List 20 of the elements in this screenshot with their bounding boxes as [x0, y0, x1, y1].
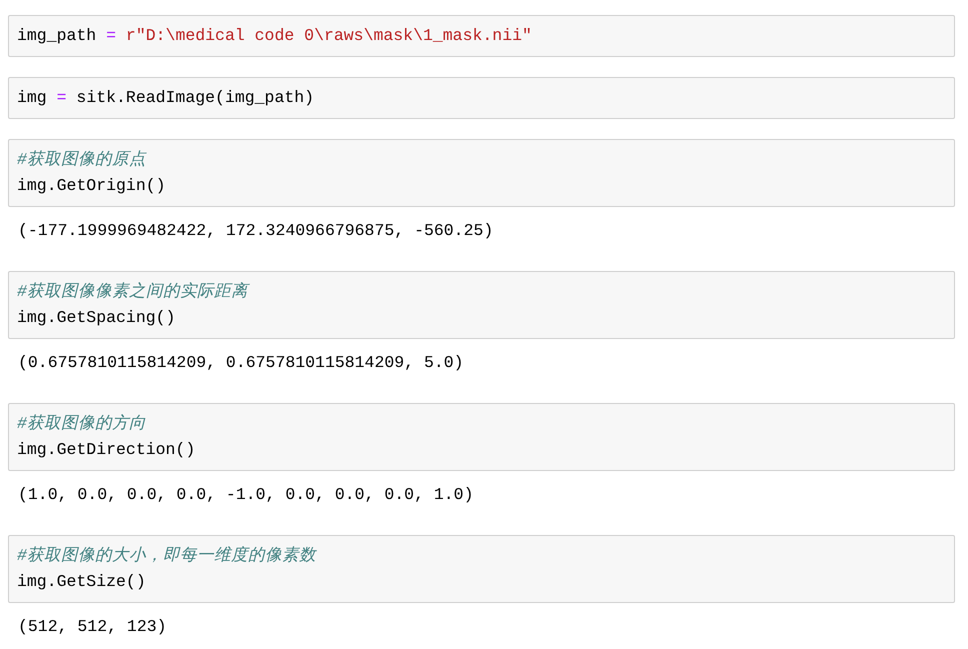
code-comment: #获取图像像素之间的实际距离	[17, 281, 251, 303]
code-cell[interactable]: img = sitk.ReadImage(img_path)	[8, 77, 955, 119]
code-line: img = sitk.ReadImage(img_path)	[17, 87, 316, 109]
code-comment: #获取图像的大小，即每一维度的像素数	[17, 545, 318, 567]
cell-output: (0.6757810115814209, 0.6757810115814209, 5.0)	[17, 352, 465, 374]
code-cell[interactable]: #获取图像的原点 img.GetOrigin()	[8, 139, 955, 207]
code-cell[interactable]: #获取图像像素之间的实际距离 img.GetSpacing()	[8, 271, 955, 339]
code-cell[interactable]: img_path = r"D:\medical code 0\raws\mask\1_mask.nii"	[8, 15, 955, 57]
cell-output: (-177.1999969482422, 172.3240966796875, -560.25)	[17, 220, 494, 242]
code-line: img.GetSpacing()	[17, 307, 176, 329]
code-cell[interactable]: #获取图像的方向 img.GetDirection()	[8, 403, 955, 471]
code-comment: #获取图像的方向	[17, 413, 147, 435]
code-line: img.GetSize()	[17, 571, 147, 593]
code-cell[interactable]: #获取图像的大小，即每一维度的像素数 img.GetSize()	[8, 535, 955, 603]
cell-output: (512, 512, 123)	[17, 616, 168, 638]
code-comment: #获取图像的原点	[17, 149, 148, 171]
code-line: img_path = r"D:\medical code 0\raws\mask\1_mask.nii"	[17, 25, 533, 47]
code-line: img.GetDirection()	[17, 439, 196, 461]
cell-output: (1.0, 0.0, 0.0, 0.0, -1.0, 0.0, 0.0, 0.0, 1.0)	[17, 484, 474, 506]
code-line: img.GetOrigin()	[17, 175, 167, 197]
